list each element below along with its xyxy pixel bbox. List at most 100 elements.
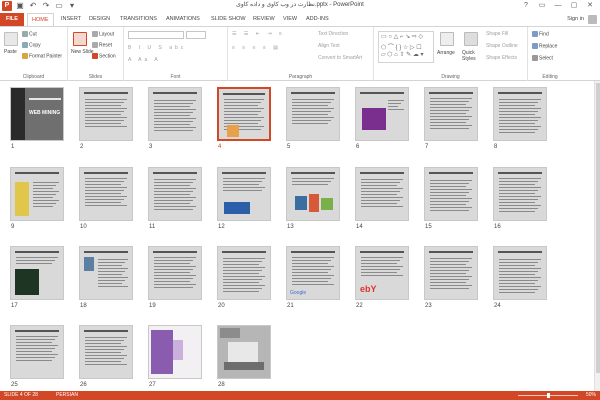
tab-slide-show[interactable]: SLIDE SHOW [207,13,250,26]
maximize-icon[interactable]: ▢ [566,0,582,12]
slide-thumbnail[interactable] [355,167,409,221]
select-button[interactable]: Select [532,55,553,61]
section-button[interactable]: Section [92,53,116,59]
font-size-box[interactable] [186,31,206,39]
slide-thumbnail[interactable] [355,87,409,141]
quick-styles-button[interactable]: Quick Styles [462,50,482,62]
text-direction-button[interactable]: Text Direction [318,31,348,37]
new-slide-icon[interactable] [73,32,87,46]
slide-text-line [499,178,541,179]
copy-button[interactable]: Copy [22,42,41,48]
scrollbar-thumb[interactable] [596,83,600,373]
slide-text-line [499,114,535,115]
slide-thumbnail[interactable] [148,87,202,141]
slide-text-line [223,181,262,182]
cut-button[interactable]: Cut [22,31,37,37]
shape-effects-button[interactable]: Shape Effects [486,55,517,61]
find-button[interactable]: Find [532,31,549,37]
slide-thumbnail[interactable] [217,325,271,379]
convert-smartart-button[interactable]: Convert to SmartArt [318,55,362,61]
slide-text-line [33,206,53,207]
slide-thumbnail[interactable] [493,246,547,300]
slide-thumbnail[interactable] [493,87,547,141]
slide-thumbnail[interactable] [79,167,133,221]
slide-thumbnail[interactable]: ebY [355,246,409,300]
slide-thumbnail[interactable] [217,246,271,300]
slide-thumbnail[interactable] [10,246,64,300]
tab-add-ins[interactable]: ADD-INS [302,13,333,26]
slide-title-bar [291,251,335,253]
slide-thumbnail[interactable] [286,167,340,221]
group-paragraph: ☰ ☰ ⇤ ⇥ ≡ ≡ ≡ ≡ ≡ ▤ Text Direction Align… [228,27,374,81]
slide-thumbnail[interactable] [79,87,133,141]
slide-text-line [16,348,55,349]
slide-text-line [224,108,264,109]
layout-button[interactable]: Layout [92,31,114,37]
new-slide-button[interactable]: New Slide [71,49,94,55]
slide-title-bar [153,251,197,253]
tab-transitions[interactable]: TRANSITIONS [116,13,161,26]
font-color-icons[interactable]: A Aa A [128,57,161,63]
arrange-button[interactable]: Arrange [437,50,455,56]
slide-text-line [223,291,259,292]
slide-text-line [292,181,331,182]
slide-number: 26 [80,382,87,388]
slide-text-line [154,278,193,279]
slide-text-line [154,194,190,195]
arrange-icon[interactable] [440,32,454,46]
sign-in-link[interactable]: Sign in [567,13,584,26]
language-indicator[interactable]: PERSIAN [56,391,78,400]
slide-thumbnail[interactable]: Google [286,246,340,300]
slide-text-line [292,99,334,100]
slide-thumbnail[interactable] [10,167,64,221]
font-name-box[interactable] [128,31,184,39]
shapes-gallery[interactable]: ▭ ○ △ ⌐ ↘ ⇨ ◇ ⬠ ⌒ { } ☆ ▷ ☐ ▱ ⬡ ⌂ ⇧ ✎ ☁ … [378,31,434,63]
slide-text-line [223,288,262,289]
select-icon [532,55,538,61]
zoom-level[interactable]: 50% [586,391,596,400]
slide-text-line [85,108,127,109]
tab-design[interactable]: DESIGN [85,13,114,26]
paste-icon[interactable] [4,32,18,46]
replace-button[interactable]: Replace [532,43,557,49]
slide-thumbnail[interactable] [424,167,478,221]
slide-thumbnail[interactable] [217,87,271,141]
align-text-button[interactable]: Align Text [318,43,340,49]
minimize-icon[interactable]: — [550,0,566,12]
font-format-icons[interactable]: B I U S abc [128,45,186,51]
ribbon-display-options-icon[interactable]: ▭ [534,0,550,12]
vertical-scrollbar[interactable] [594,81,600,391]
slide-thumbnail[interactable] [148,246,202,300]
close-icon[interactable]: ✕ [582,0,598,12]
tab-animations[interactable]: ANIMATIONS [162,13,204,26]
format-painter-button[interactable]: Format Painter [22,53,62,59]
shape-fill-button[interactable]: Shape Fill [486,31,508,37]
paste-button[interactable]: Paste [4,49,17,55]
shape-outline-button[interactable]: Shape Outline [486,43,518,49]
tab-view[interactable]: VIEW [279,13,301,26]
tab-review[interactable]: REVIEW [249,13,279,26]
list-icons[interactable]: ☰ ☰ ⇤ ⇥ ≡ [232,31,285,37]
alignment-icons[interactable]: ≡ ≡ ≡ ≡ ▤ [232,45,281,51]
slide-thumbnail[interactable] [148,167,202,221]
slide-thumbnail[interactable] [286,87,340,141]
avatar[interactable] [588,15,597,24]
slide-thumbnail[interactable] [217,167,271,221]
slide-thumbnail[interactable] [10,325,64,379]
tab-insert[interactable]: INSERT [57,13,85,26]
quick-styles-icon[interactable] [464,32,478,46]
slide-thumbnail[interactable] [148,325,202,379]
zoom-slider-knob[interactable] [547,393,550,398]
slide-thumbnail[interactable]: WEB MINING [10,87,64,141]
tab-home[interactable]: HOME [27,13,54,27]
help-icon[interactable]: ? [518,0,534,12]
slide-text-line [154,106,190,107]
reset-button[interactable]: Reset [92,42,112,48]
slide-thumbnail[interactable] [79,325,133,379]
tab-file[interactable]: FILE [0,13,24,26]
slide-thumbnail[interactable] [493,167,547,221]
slide-text-line [430,195,466,196]
slide-thumbnail[interactable] [79,246,133,300]
slide-thumbnail[interactable] [424,246,478,300]
slide-thumbnail[interactable] [424,87,478,141]
